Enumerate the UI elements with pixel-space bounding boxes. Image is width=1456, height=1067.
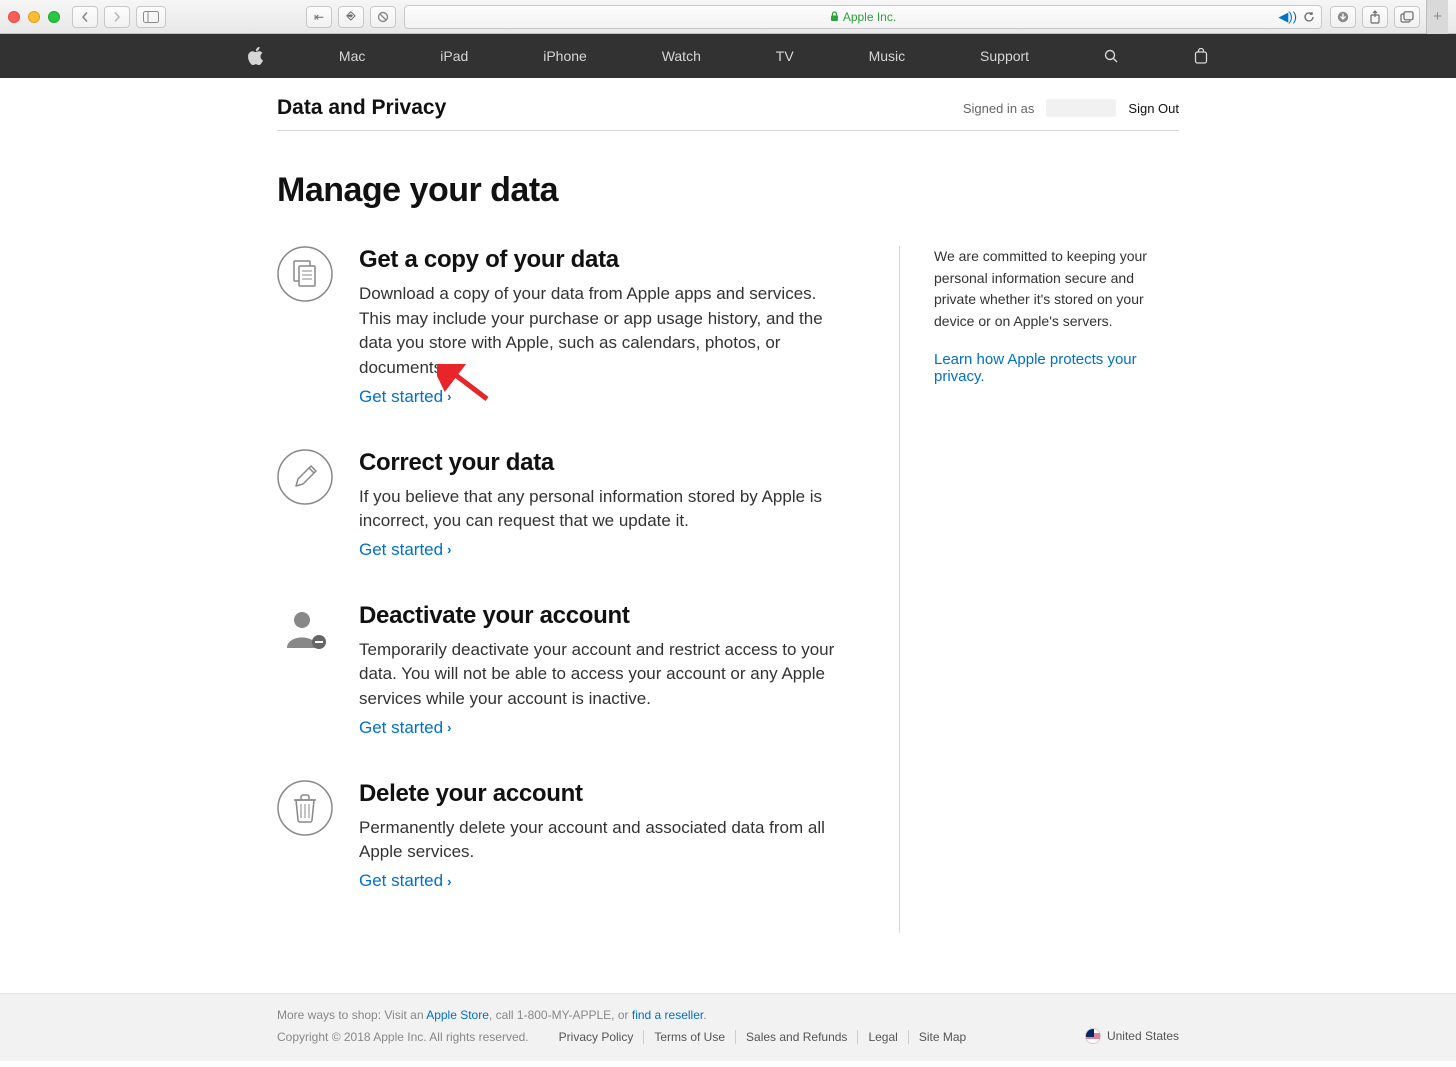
nav-item-music[interactable]: Music (869, 48, 906, 64)
sidebar: We are committed to keeping your persona… (899, 246, 1179, 933)
sidebar-intro: We are committed to keeping your persona… (934, 246, 1179, 333)
nav-item-watch[interactable]: Watch (662, 48, 701, 64)
footer-shop-line: More ways to shop: Visit an Apple Store,… (277, 1008, 1179, 1022)
signed-in-label: Signed in as (963, 101, 1035, 116)
minimize-window-button[interactable] (28, 11, 40, 23)
option-delete: Delete your account Permanently delete y… (277, 780, 849, 891)
browser-toolbar: ⇤ ⎆ Apple Inc. ◀︎)) + (0, 0, 1456, 34)
footer-link-terms[interactable]: Terms of Use (654, 1030, 725, 1044)
downloads-button[interactable] (1330, 6, 1356, 28)
fullscreen-window-button[interactable] (48, 11, 60, 23)
chevron-right-icon: › (447, 874, 451, 889)
pencil-icon (277, 449, 333, 505)
window-controls (8, 11, 60, 23)
sidebar-privacy-link[interactable]: Learn how Apple protects your privacy. (934, 351, 1137, 385)
nav-item-ipad[interactable]: iPad (440, 48, 468, 64)
password-button[interactable]: ⎆ (338, 6, 364, 28)
sidebar-toggle-button[interactable] (136, 6, 166, 28)
get-started-link-delete[interactable]: Get started › (359, 871, 451, 891)
user-minus-icon (277, 602, 333, 658)
local-nav: Data and Privacy Signed in as Sign Out (277, 78, 1179, 131)
footer-locale[interactable]: United States (1085, 1028, 1179, 1044)
section-title: Data and Privacy (277, 96, 446, 120)
get-started-link-correct[interactable]: Get started › (359, 540, 451, 560)
footer-link-sitemap[interactable]: Site Map (919, 1030, 966, 1044)
option-correct: Correct your data If you believe that an… (277, 449, 849, 560)
option-get-copy: Get a copy of your data Download a copy … (277, 246, 849, 407)
back-button[interactable] (72, 6, 98, 28)
footer-copyright: Copyright © 2018 Apple Inc. All rights r… (277, 1030, 529, 1044)
option-desc: Temporarily deactivate your account and … (359, 638, 849, 712)
apple-logo-icon[interactable] (248, 47, 264, 65)
apple-global-nav: Mac iPad iPhone Watch TV Music Support (0, 34, 1456, 78)
share-button[interactable] (1362, 6, 1388, 28)
footer-link-sales[interactable]: Sales and Refunds (746, 1030, 847, 1044)
trash-icon (277, 780, 333, 836)
chevron-right-icon: › (447, 542, 451, 557)
option-desc: If you believe that any personal informa… (359, 485, 849, 534)
footer-find-reseller-link[interactable]: find a reseller (632, 1008, 703, 1022)
global-footer: More ways to shop: Visit an Apple Store,… (0, 993, 1456, 1061)
footer-link-privacy[interactable]: Privacy Policy (559, 1030, 634, 1044)
address-bar[interactable]: Apple Inc. ◀︎)) (404, 5, 1322, 29)
bag-icon[interactable] (1194, 48, 1208, 64)
option-title: Correct your data (359, 449, 849, 477)
autofill-button[interactable]: ⇤ (306, 6, 332, 28)
search-icon[interactable] (1104, 49, 1119, 64)
flag-icon (1085, 1028, 1101, 1044)
footer-apple-store-link[interactable]: Apple Store (426, 1008, 489, 1022)
forward-button[interactable] (104, 6, 130, 28)
page-title: Manage your data (277, 171, 1179, 210)
reload-icon[interactable] (1303, 11, 1315, 23)
tabs-button[interactable] (1394, 6, 1420, 28)
new-tab-button[interactable]: + (1426, 0, 1448, 34)
footer-link-legal[interactable]: Legal (868, 1030, 897, 1044)
nav-item-iphone[interactable]: iPhone (543, 48, 587, 64)
chevron-right-icon: › (447, 389, 451, 404)
stop-reload-button[interactable] (370, 6, 396, 28)
close-window-button[interactable] (8, 11, 20, 23)
signed-in-user (1046, 99, 1116, 117)
nav-item-support[interactable]: Support (980, 48, 1029, 64)
chevron-right-icon: › (447, 720, 451, 735)
lock-icon (830, 11, 839, 22)
documents-icon (277, 246, 333, 302)
option-title: Deactivate your account (359, 602, 849, 630)
option-desc: Download a copy of your data from Apple … (359, 282, 849, 381)
nav-item-mac[interactable]: Mac (339, 48, 365, 64)
option-deactivate: Deactivate your account Temporarily deac… (277, 602, 849, 738)
option-title: Get a copy of your data (359, 246, 849, 274)
nav-item-tv[interactable]: TV (776, 48, 794, 64)
sign-out-link[interactable]: Sign Out (1128, 101, 1179, 116)
reader-audio-icon[interactable]: ◀︎)) (1278, 9, 1297, 25)
address-bar-label: Apple Inc. (843, 10, 896, 24)
get-started-link-deactivate[interactable]: Get started › (359, 718, 451, 738)
option-title: Delete your account (359, 780, 849, 808)
get-started-link-copy[interactable]: Get started › (359, 387, 451, 407)
option-desc: Permanently delete your account and asso… (359, 816, 849, 865)
footer-links: Privacy Policy Terms of Use Sales and Re… (549, 1030, 977, 1044)
